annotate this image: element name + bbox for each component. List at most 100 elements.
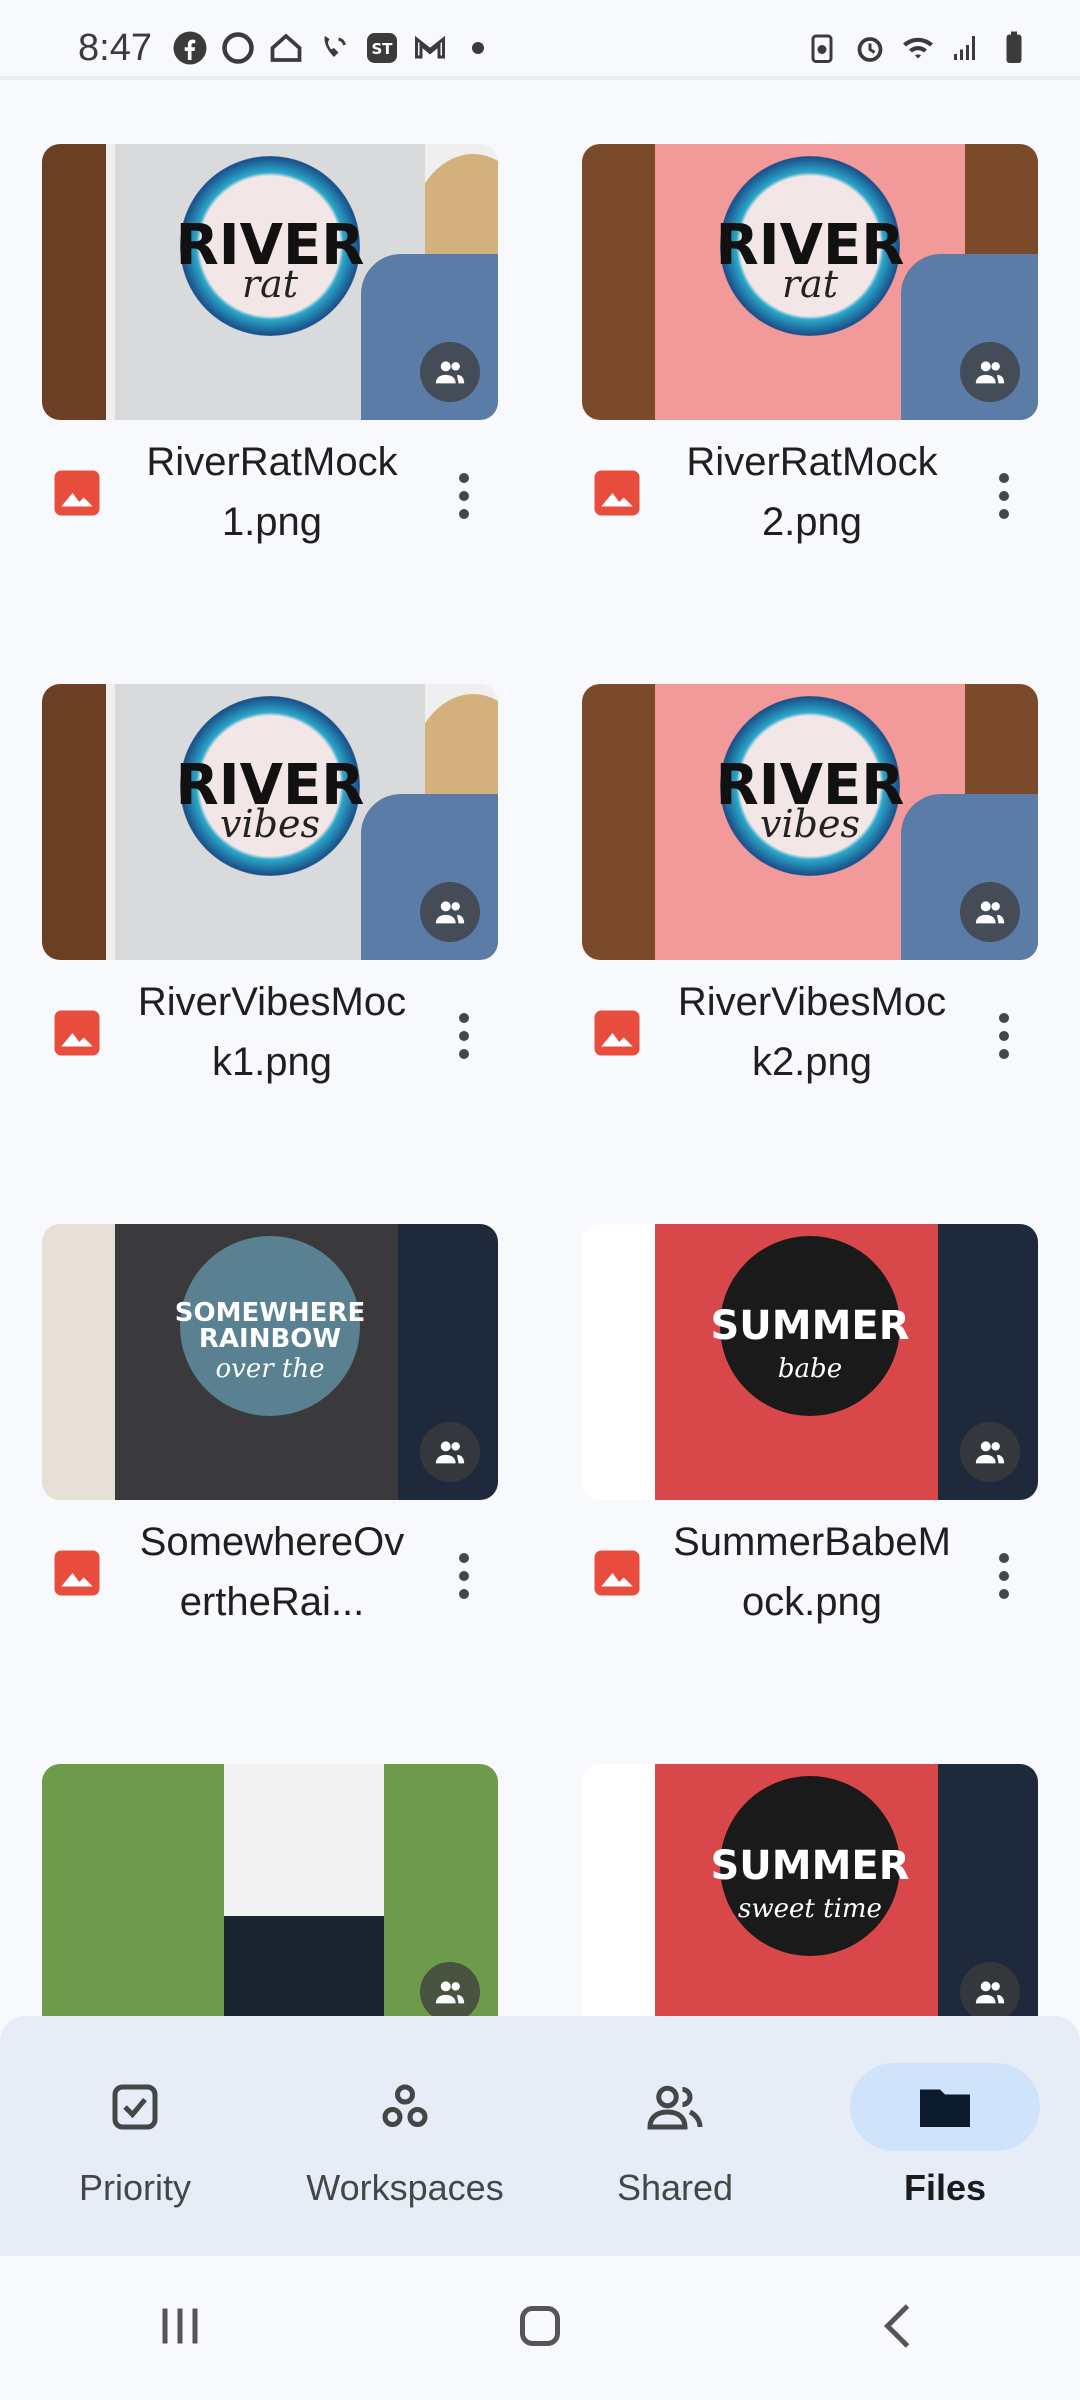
shared-badge (960, 1422, 1020, 1482)
sandal-prop (42, 144, 106, 420)
jeans-prop (361, 254, 498, 420)
more-dot (999, 473, 1009, 483)
recents-icon[interactable] (150, 2296, 210, 2361)
shared-people-icon (435, 1441, 465, 1464)
shared-badge (420, 342, 480, 402)
image-file-icon (54, 1550, 100, 1596)
file-name: SummerBabeMock.png (673, 1520, 951, 1624)
wifi-call-icon (316, 30, 352, 66)
battery-icon (996, 30, 1032, 66)
file-card[interactable]: SOMEWHERE RAINBOW over the SomewhereOverth… (42, 1176, 498, 1716)
more-options-button[interactable] (982, 460, 1026, 532)
more-dot (999, 509, 1009, 519)
file-thumbnail[interactable]: SUMMER sweet time (582, 1764, 1038, 2016)
more-dot (459, 509, 469, 519)
file-card[interactable]: RIVER vibes RiverVibesMock2.png (582, 636, 1038, 1176)
st-icon: ST (364, 30, 400, 66)
file-name: RiverRatMock2.png (686, 440, 938, 544)
more-dot (459, 1049, 469, 1059)
nav-files-label: Files (903, 2167, 987, 2208)
more-dot (459, 473, 469, 483)
top-divider (0, 76, 1080, 80)
shirt-design-script: rat (241, 262, 299, 306)
more-dot (999, 1589, 1009, 1599)
signal-icon (948, 30, 984, 66)
file-thumbnail[interactable]: RIVER rat (582, 144, 1038, 420)
facebook-icon (172, 30, 208, 66)
shirt-design: SUMMER (710, 1776, 910, 1956)
file-thumbnail[interactable]: RIVER vibes (42, 684, 498, 960)
more-dot (459, 1571, 469, 1581)
more-options-button[interactable] (442, 1000, 486, 1072)
nav-priority[interactable]: Priority (5, 2036, 265, 2236)
shared-badge (420, 1962, 480, 2016)
shirt-design-script: rat (781, 262, 839, 306)
file-card[interactable]: RIVER vibes RiverVibesMock1.png (42, 636, 498, 1176)
circle-app-icon (220, 30, 256, 66)
image-file-icon (54, 470, 100, 516)
shared-people-icon (435, 361, 465, 384)
file-card[interactable]: SUMMER babe SummerBabeMock.png (582, 1176, 1038, 1716)
more-dot (999, 1049, 1009, 1059)
image-file-icon (54, 1010, 100, 1056)
folder-icon (850, 2063, 1040, 2151)
file-meta: RiverRatMock1.png (42, 426, 498, 576)
more-options-button[interactable] (982, 1000, 1026, 1072)
more-dot (459, 491, 469, 501)
shirt-design-script: sweet time (738, 1894, 882, 1924)
shirt-design: SOMEWHERE RAINBOW (175, 1236, 365, 1416)
back-icon[interactable] (870, 2296, 930, 2361)
file-name: RiverVibesMock2.png (677, 980, 947, 1084)
file-thumbnail[interactable]: RIVER vibes (582, 684, 1038, 960)
alarm-icon (852, 30, 888, 66)
file-name: RiverRatMock1.png (146, 440, 398, 544)
sandal-prop (42, 684, 106, 960)
system-navigation (0, 2256, 1080, 2400)
more-dot (459, 1553, 469, 1563)
file-thumbnail[interactable]: RIVER rat (42, 144, 498, 420)
shared-badge (960, 342, 1020, 402)
file-name: RiverVibesMock1.png (137, 980, 407, 1084)
shirt-design: RIVER (176, 696, 364, 876)
home-icon[interactable] (510, 2296, 570, 2361)
priority-check-icon (40, 2063, 230, 2151)
shared-badge (420, 882, 480, 942)
file-card[interactable]: SUMMER sweet time (582, 1716, 1038, 2016)
more-options-button[interactable] (442, 460, 486, 532)
status-bar: 8:47 ST (0, 0, 1080, 96)
shirt-design-script: vibes (220, 802, 320, 846)
more-options-button[interactable] (982, 1540, 1026, 1612)
file-thumbnail[interactable]: SOMEWHERE RAINBOW over the (42, 1224, 498, 1500)
nav-workspaces[interactable]: Workspaces (275, 2036, 535, 2236)
file-meta: RiverVibesMock1.png (42, 966, 498, 1116)
jeans-prop (901, 254, 1038, 420)
nav-shared[interactable]: Shared (545, 2036, 805, 2236)
more-dot (999, 1571, 1009, 1581)
more-options-button[interactable] (442, 1540, 486, 1612)
nav-shared-label: Shared (616, 2167, 734, 2208)
file-meta: RiverRatMock2.png (582, 426, 1038, 576)
home-icon (268, 30, 304, 66)
file-thumbnail[interactable]: SUMMER babe (582, 1224, 1038, 1500)
file-card[interactable]: RIVER rat RiverRatMock1.png (42, 96, 498, 636)
file-card[interactable] (42, 1716, 498, 2016)
nav-files[interactable]: Files (815, 2036, 1075, 2236)
shared-badge (960, 882, 1020, 942)
file-card[interactable]: RIVER rat RiverRatMock2.png (582, 96, 1038, 636)
file-grid[interactable]: RIVER rat RiverRatMock1.png RIVER rat RiverRa… (0, 96, 1080, 2016)
image-file-icon (594, 470, 640, 516)
shared-badge (960, 1962, 1020, 2016)
status-time: 8:47 (78, 26, 152, 69)
shirt-design: RIVER (716, 696, 904, 876)
shirt-design: SUMMER (710, 1236, 910, 1416)
status-left: 8:47 ST (78, 27, 496, 70)
nav-priority-label: Priority (78, 2167, 191, 2208)
status-right (804, 30, 1032, 66)
jeans-image (224, 1915, 384, 2016)
workspaces-icon (310, 2063, 500, 2151)
file-thumbnail[interactable] (42, 1764, 498, 2016)
shared-people-icon (975, 1441, 1005, 1464)
shirt-design-script: vibes (760, 802, 860, 846)
shared-people-icon (435, 901, 465, 924)
image-file-icon (594, 1550, 640, 1596)
